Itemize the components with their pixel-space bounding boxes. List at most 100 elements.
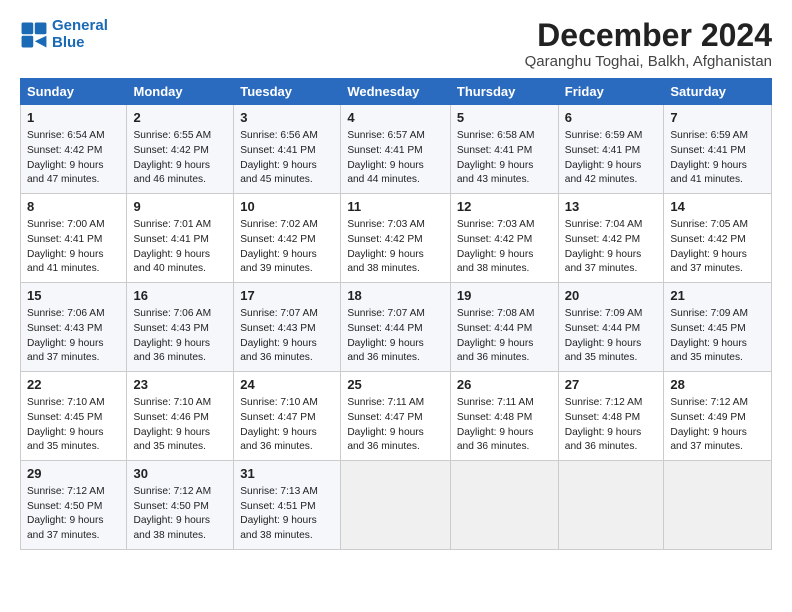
day-info-line: and 41 minutes. <box>670 173 765 188</box>
day-info-line: and 36 minutes. <box>133 351 227 366</box>
day-number: 24 <box>240 376 334 395</box>
calendar-week-5: 29Sunrise: 7:12 AMSunset: 4:50 PMDayligh… <box>21 461 772 550</box>
day-info-line: and 37 minutes. <box>27 351 120 366</box>
calendar-cell <box>558 461 664 550</box>
day-info-line: Daylight: 9 hours <box>27 248 120 263</box>
day-info-line: Sunrise: 7:10 AM <box>133 396 227 411</box>
day-info-line: Sunset: 4:43 PM <box>133 322 227 337</box>
day-info-line: Sunset: 4:42 PM <box>240 233 334 248</box>
day-info-line: Sunrise: 7:03 AM <box>347 218 444 233</box>
day-info-line: Sunset: 4:44 PM <box>457 322 552 337</box>
calendar-header-row: SundayMondayTuesdayWednesdayThursdayFrid… <box>21 79 772 105</box>
day-info-line: and 47 minutes. <box>27 173 120 188</box>
day-info-line: Daylight: 9 hours <box>27 426 120 441</box>
calendar-title: December 2024 <box>525 18 772 53</box>
day-info-line: Daylight: 9 hours <box>565 337 658 352</box>
day-info-line: Sunset: 4:51 PM <box>240 500 334 515</box>
calendar-cell: 11Sunrise: 7:03 AMSunset: 4:42 PMDayligh… <box>341 194 451 283</box>
calendar-cell: 22Sunrise: 7:10 AMSunset: 4:45 PMDayligh… <box>21 372 127 461</box>
day-number: 13 <box>565 198 658 217</box>
day-info-line: Sunset: 4:50 PM <box>27 500 120 515</box>
day-info-line: Sunset: 4:41 PM <box>565 144 658 159</box>
day-info-line: and 46 minutes. <box>133 173 227 188</box>
calendar-cell: 15Sunrise: 7:06 AMSunset: 4:43 PMDayligh… <box>21 283 127 372</box>
calendar-cell: 23Sunrise: 7:10 AMSunset: 4:46 PMDayligh… <box>127 372 234 461</box>
day-number: 14 <box>670 198 765 217</box>
day-info-line: and 45 minutes. <box>240 173 334 188</box>
calendar-table: SundayMondayTuesdayWednesdayThursdayFrid… <box>20 78 772 550</box>
calendar-page: GeneralBlue December 2024 Qaranghu Togha… <box>0 0 792 612</box>
logo-icon <box>20 21 48 49</box>
day-info-line: and 37 minutes. <box>670 440 765 455</box>
day-info-line: Sunrise: 7:10 AM <box>240 396 334 411</box>
calendar-cell: 18Sunrise: 7:07 AMSunset: 4:44 PMDayligh… <box>341 283 451 372</box>
calendar-cell: 27Sunrise: 7:12 AMSunset: 4:48 PMDayligh… <box>558 372 664 461</box>
day-info-line: Sunset: 4:42 PM <box>133 144 227 159</box>
day-info-line: and 35 minutes. <box>565 351 658 366</box>
day-info-line: Sunset: 4:41 PM <box>670 144 765 159</box>
day-info-line: Sunset: 4:41 PM <box>133 233 227 248</box>
calendar-cell: 17Sunrise: 7:07 AMSunset: 4:43 PMDayligh… <box>234 283 341 372</box>
calendar-cell <box>450 461 558 550</box>
calendar-cell: 29Sunrise: 7:12 AMSunset: 4:50 PMDayligh… <box>21 461 127 550</box>
calendar-cell: 30Sunrise: 7:12 AMSunset: 4:50 PMDayligh… <box>127 461 234 550</box>
calendar-cell: 24Sunrise: 7:10 AMSunset: 4:47 PMDayligh… <box>234 372 341 461</box>
calendar-body: 1Sunrise: 6:54 AMSunset: 4:42 PMDaylight… <box>21 105 772 550</box>
day-info-line: and 37 minutes. <box>27 529 120 544</box>
day-number: 1 <box>27 109 120 128</box>
day-number: 16 <box>133 287 227 306</box>
day-number: 2 <box>133 109 227 128</box>
day-info-line: Sunrise: 7:12 AM <box>133 485 227 500</box>
day-number: 10 <box>240 198 334 217</box>
day-info-line: Sunset: 4:43 PM <box>27 322 120 337</box>
day-number: 6 <box>565 109 658 128</box>
calendar-cell: 6Sunrise: 6:59 AMSunset: 4:41 PMDaylight… <box>558 105 664 194</box>
day-info-line: and 35 minutes. <box>670 351 765 366</box>
header-cell-thursday: Thursday <box>450 79 558 105</box>
day-info-line: Sunrise: 6:56 AM <box>240 129 334 144</box>
calendar-cell: 26Sunrise: 7:11 AMSunset: 4:48 PMDayligh… <box>450 372 558 461</box>
day-info-line: Sunset: 4:42 PM <box>27 144 120 159</box>
day-number: 31 <box>240 465 334 484</box>
day-info-line: Sunset: 4:42 PM <box>565 233 658 248</box>
calendar-week-2: 8Sunrise: 7:00 AMSunset: 4:41 PMDaylight… <box>21 194 772 283</box>
day-info-line: Daylight: 9 hours <box>133 248 227 263</box>
day-info-line: Sunrise: 7:12 AM <box>670 396 765 411</box>
day-info-line: Daylight: 9 hours <box>347 337 444 352</box>
day-info-line: Sunrise: 7:09 AM <box>670 307 765 322</box>
day-info-line: Sunrise: 7:07 AM <box>240 307 334 322</box>
day-info-line: and 36 minutes. <box>240 440 334 455</box>
day-number: 29 <box>27 465 120 484</box>
day-info-line: Sunrise: 7:03 AM <box>457 218 552 233</box>
day-info-line: Sunset: 4:49 PM <box>670 411 765 426</box>
day-info-line: Sunrise: 7:07 AM <box>347 307 444 322</box>
day-info-line: Sunset: 4:48 PM <box>565 411 658 426</box>
day-info-line: Daylight: 9 hours <box>457 426 552 441</box>
day-info-line: Daylight: 9 hours <box>670 159 765 174</box>
calendar-cell: 25Sunrise: 7:11 AMSunset: 4:47 PMDayligh… <box>341 372 451 461</box>
day-info-line: Daylight: 9 hours <box>670 426 765 441</box>
day-info-line: and 40 minutes. <box>133 262 227 277</box>
day-info-line: Sunrise: 7:00 AM <box>27 218 120 233</box>
day-info-line: Sunrise: 7:06 AM <box>27 307 120 322</box>
day-info-line: Sunrise: 6:58 AM <box>457 129 552 144</box>
day-info-line: Sunset: 4:45 PM <box>27 411 120 426</box>
day-info-line: Sunrise: 7:06 AM <box>133 307 227 322</box>
day-info-line: and 38 minutes. <box>240 529 334 544</box>
calendar-cell: 21Sunrise: 7:09 AMSunset: 4:45 PMDayligh… <box>664 283 772 372</box>
day-info-line: Daylight: 9 hours <box>565 159 658 174</box>
day-info-line: Daylight: 9 hours <box>27 159 120 174</box>
day-number: 21 <box>670 287 765 306</box>
day-info-line: and 35 minutes. <box>133 440 227 455</box>
day-info-line: and 36 minutes. <box>457 351 552 366</box>
day-number: 30 <box>133 465 227 484</box>
day-number: 28 <box>670 376 765 395</box>
day-info-line: Sunrise: 7:11 AM <box>347 396 444 411</box>
day-number: 26 <box>457 376 552 395</box>
day-number: 5 <box>457 109 552 128</box>
day-info-line: Sunset: 4:44 PM <box>565 322 658 337</box>
calendar-cell: 5Sunrise: 6:58 AMSunset: 4:41 PMDaylight… <box>450 105 558 194</box>
day-info-line: Sunset: 4:41 PM <box>457 144 552 159</box>
day-info-line: Sunset: 4:46 PM <box>133 411 227 426</box>
day-info-line: Daylight: 9 hours <box>27 337 120 352</box>
